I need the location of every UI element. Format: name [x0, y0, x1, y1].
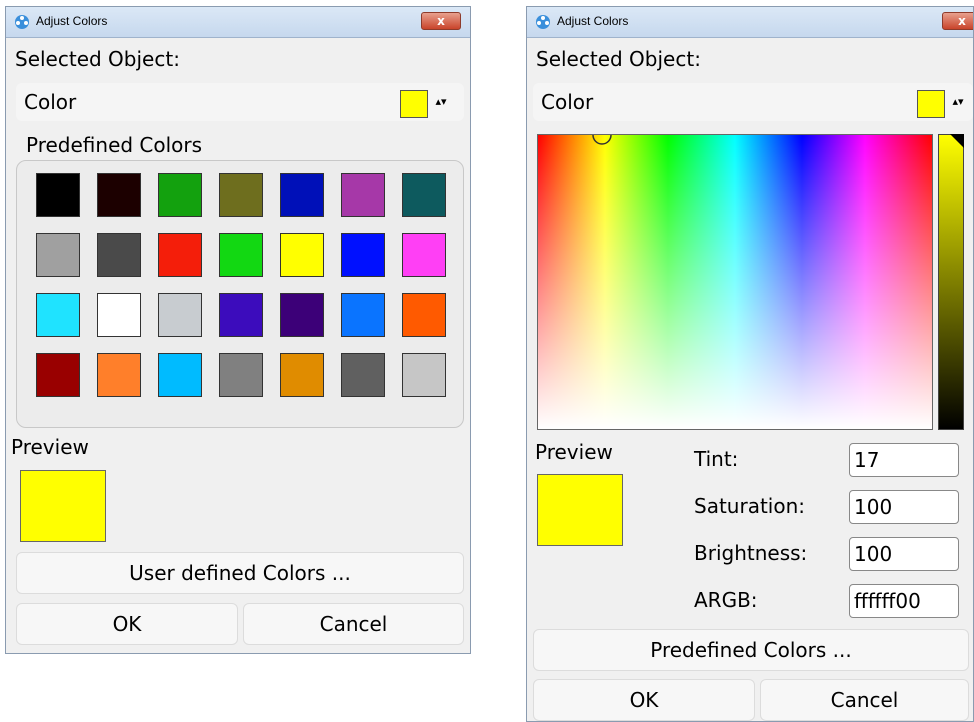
color-swatch[interactable] — [36, 173, 80, 217]
color-swatch[interactable] — [36, 353, 80, 397]
selected-object-label: Selected Object: — [15, 47, 180, 71]
object-dropdown-value: Color — [24, 90, 77, 114]
field-input-2[interactable]: 100 — [849, 537, 959, 571]
preview-swatch — [20, 470, 106, 542]
spinner-arrows-icon: ▴▾ — [952, 95, 964, 108]
field-input-3[interactable]: ffffff00 — [849, 584, 959, 618]
window-title: Adjust Colors — [557, 14, 629, 28]
object-dropdown[interactable]: Color ▴▾ — [533, 83, 973, 121]
brightness-slider[interactable] — [938, 134, 964, 430]
color-swatch[interactable] — [219, 233, 263, 277]
field-label-0: Tint: — [694, 447, 739, 471]
current-color-swatch — [400, 90, 428, 118]
color-swatch[interactable] — [158, 353, 202, 397]
color-swatch[interactable] — [341, 233, 385, 277]
window-title: Adjust Colors — [36, 14, 108, 28]
color-swatch[interactable] — [97, 173, 141, 217]
color-swatch[interactable] — [341, 293, 385, 337]
color-spectrum-picker[interactable] — [537, 134, 933, 430]
color-swatch[interactable] — [97, 233, 141, 277]
color-swatch[interactable] — [402, 293, 446, 337]
current-color-swatch — [917, 90, 945, 118]
color-swatch[interactable] — [341, 173, 385, 217]
color-swatch[interactable] — [219, 173, 263, 217]
color-swatch[interactable] — [219, 353, 263, 397]
object-dropdown-value: Color — [541, 90, 594, 114]
color-swatch[interactable] — [402, 233, 446, 277]
field-label-1: Saturation: — [694, 494, 805, 518]
close-icon: x — [958, 14, 966, 28]
predefined-colors-grid — [16, 160, 464, 428]
slider-marker-icon[interactable] — [950, 134, 964, 148]
color-swatch[interactable] — [158, 233, 202, 277]
color-swatch[interactable] — [280, 293, 324, 337]
color-swatch[interactable] — [280, 233, 324, 277]
preview-label: Preview — [535, 440, 613, 464]
color-swatch[interactable] — [219, 293, 263, 337]
app-icon — [15, 15, 29, 29]
close-button[interactable]: x — [942, 12, 973, 30]
ok-button[interactable]: OK — [16, 603, 238, 645]
color-swatch[interactable] — [402, 353, 446, 397]
cancel-button[interactable]: Cancel — [760, 679, 969, 721]
color-swatch[interactable] — [158, 293, 202, 337]
user-defined-colors-button[interactable]: User defined Colors ... — [16, 552, 464, 594]
preview-swatch — [537, 474, 623, 546]
cancel-button[interactable]: Cancel — [243, 603, 464, 645]
color-swatch[interactable] — [280, 353, 324, 397]
predefined-colors-button[interactable]: Predefined Colors ... — [533, 629, 969, 671]
title-bar: Adjust Colors x — [6, 7, 470, 38]
object-dropdown[interactable]: Color ▴▾ — [16, 83, 464, 121]
ok-button[interactable]: OK — [533, 679, 755, 721]
field-label-2: Brightness: — [694, 541, 808, 565]
color-swatch[interactable] — [402, 173, 446, 217]
close-icon: x — [437, 14, 445, 28]
color-swatch[interactable] — [341, 353, 385, 397]
color-swatch[interactable] — [158, 173, 202, 217]
predefined-colors-label: Predefined Colors — [26, 133, 203, 157]
preview-label: Preview — [11, 435, 89, 459]
color-swatch[interactable] — [97, 353, 141, 397]
adjust-colors-dialog-user-defined: Adjust Colors x Selected Object: Color ▴… — [526, 6, 974, 722]
color-swatch[interactable] — [280, 173, 324, 217]
field-input-0[interactable]: 17 — [849, 443, 959, 477]
selected-object-label: Selected Object: — [536, 47, 701, 71]
adjust-colors-dialog-predefined: Adjust Colors x Selected Object: Color ▴… — [5, 6, 471, 654]
app-icon — [536, 15, 550, 29]
color-swatch[interactable] — [36, 293, 80, 337]
close-button[interactable]: x — [421, 12, 461, 30]
color-swatch[interactable] — [97, 293, 141, 337]
spinner-arrows-icon: ▴▾ — [435, 95, 447, 108]
field-label-3: ARGB: — [694, 588, 758, 612]
picker-handle-icon[interactable] — [591, 133, 613, 147]
field-input-1[interactable]: 100 — [849, 490, 959, 524]
title-bar: Adjust Colors x — [527, 7, 973, 38]
color-swatch[interactable] — [36, 233, 80, 277]
